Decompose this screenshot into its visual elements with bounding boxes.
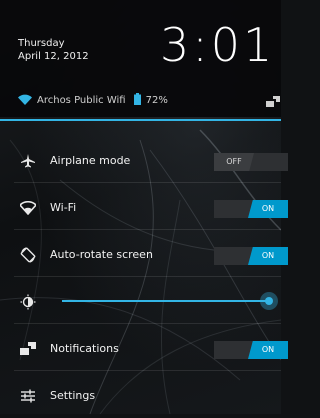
row-divider [14,182,281,183]
wifi-icon [18,200,38,216]
wifi-row[interactable]: Wi-Fi ON [0,184,288,230]
date-label: April 12, 2012 [18,51,89,62]
notifications-label: Notifications [50,342,119,355]
autorotate-icon [20,247,36,263]
settings-label: Settings [50,389,96,402]
airplane-mode-label: Airplane mode [50,154,131,167]
notifications-icon [20,341,36,357]
airplane-mode-toggle[interactable]: OFF [214,153,288,171]
wifi-icon [18,94,32,108]
day-label: Thursday [18,38,65,49]
row-divider [14,370,281,371]
airplane-mode-state: OFF [214,153,254,171]
wifi-label: Wi-Fi [50,201,77,214]
airplane-mode-row[interactable]: Airplane mode OFF [0,137,288,183]
notifications-toggle[interactable]: ON [214,341,288,359]
auto-rotate-label: Auto-rotate screen [50,248,153,261]
header-divider [0,119,281,121]
brightness-icon [20,294,36,310]
clock[interactable]: 3:01 [160,18,275,72]
notifications-icon[interactable] [266,93,280,112]
brightness-row [0,278,281,324]
wifi-toggle[interactable]: ON [214,200,288,218]
wifi-state: ON [248,200,288,218]
wifi-network-name: Archos Public Wifi [37,95,126,106]
brightness-slider-track[interactable] [62,300,270,302]
notifications-row[interactable]: Notifications ON [0,325,288,371]
auto-rotate-state: ON [248,247,288,265]
battery-level: 72% [145,95,168,106]
auto-rotate-toggle[interactable]: ON [214,247,288,265]
status-header: Thursday April 12, 2012 3:01 Archos Publ… [0,0,281,117]
brightness-slider-thumb[interactable] [260,292,278,310]
notifications-state: ON [248,341,288,359]
airplane-icon [20,153,36,169]
row-divider [14,229,281,230]
battery-icon [133,93,141,108]
connectivity-status: Archos Public Wifi 72% [18,93,176,108]
row-divider [14,276,281,277]
row-divider [14,323,281,324]
settings-row[interactable]: Settings [0,372,281,418]
settings-icon [20,388,36,404]
auto-rotate-row[interactable]: Auto-rotate screen ON [0,231,288,277]
